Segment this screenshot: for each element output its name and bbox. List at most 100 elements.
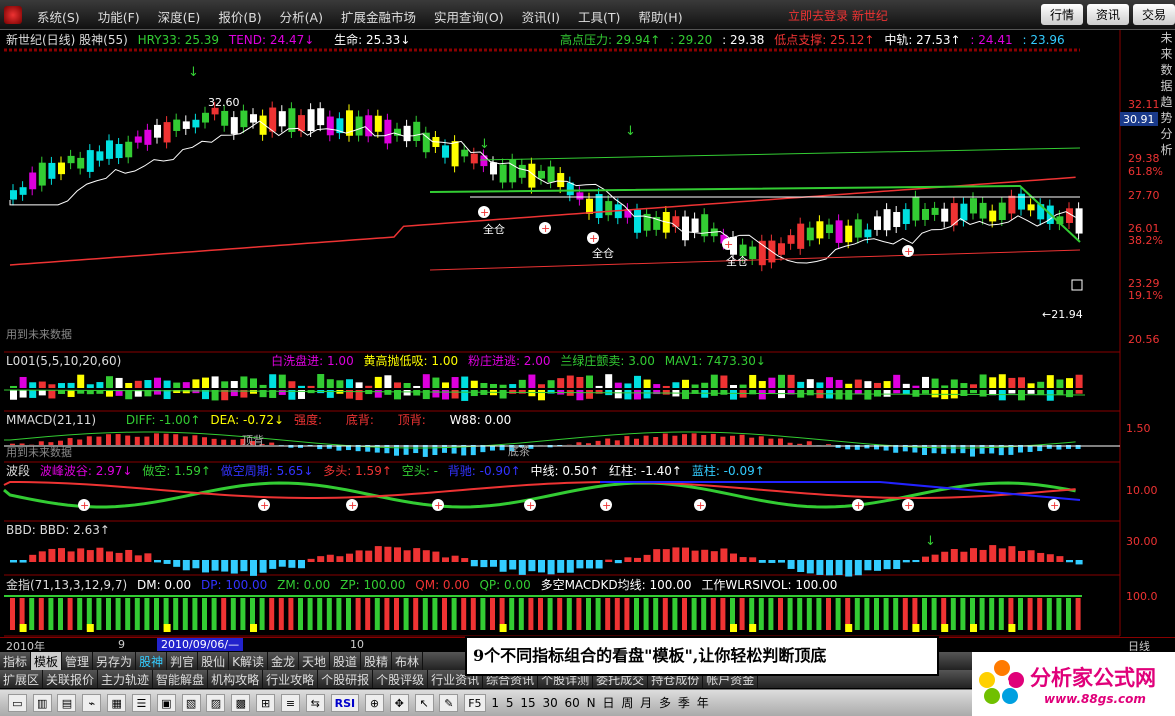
extension-tab-0[interactable]: 扩展区 (0, 670, 44, 688)
extension-tab-7[interactable]: 个股评级 (373, 670, 429, 688)
toolbar-icon[interactable]: ▦ (107, 694, 127, 712)
bbd-bar (182, 560, 190, 571)
toolbar-icon[interactable]: ▣ (156, 694, 176, 712)
menu-depth[interactable]: 深度(E) (149, 7, 210, 26)
period-15min[interactable]: 15 (520, 696, 535, 710)
macd-bar (576, 442, 582, 445)
jinzhi-bar (662, 598, 668, 630)
candle (374, 115, 382, 132)
candle (874, 216, 881, 230)
app-icon[interactable] (4, 6, 22, 24)
period-month[interactable]: 月 (640, 694, 652, 711)
peak-label: 32.60 (208, 96, 240, 109)
toolbar-icon[interactable]: ▥ (32, 694, 52, 712)
cursor-date[interactable]: 2010/09/06/— (157, 638, 244, 651)
period-n[interactable]: N (587, 696, 596, 710)
candle (998, 202, 1006, 221)
indicator-tab-9[interactable]: 天地 (299, 652, 331, 670)
bbd-bar (221, 560, 229, 572)
indicator-tab-6[interactable]: 股仙 (198, 652, 230, 670)
tab-news[interactable]: 资讯 (1086, 4, 1129, 25)
toolbar-icon[interactable]: ☰ (131, 694, 151, 712)
candle (10, 190, 17, 200)
l001-bar (259, 384, 267, 388)
toolbar-icon[interactable]: ≡ (280, 694, 300, 712)
wave-title: 波段 波峰波谷: 2.97↓ 做空: 1.59↑ 做空周期: 5.65↓ 多头:… (6, 462, 771, 479)
toolbar-icon[interactable]: ▨ (206, 694, 226, 712)
zoom-icon[interactable]: ⊕ (364, 694, 384, 712)
period-1min[interactable]: 1 (491, 696, 499, 710)
toolbar-icon[interactable]: ▩ (231, 694, 251, 712)
jinzhi-bar (442, 598, 447, 630)
bbd-bar (442, 557, 449, 562)
l001-bar (403, 383, 411, 388)
jinzhi-bar (154, 598, 159, 630)
toolbar-icon[interactable]: ▧ (181, 694, 201, 712)
menu-help[interactable]: 帮助(H) (629, 7, 691, 26)
toolbar-icon[interactable]: ⌁ (82, 694, 102, 712)
menu-query[interactable]: 实用查询(O) (425, 7, 513, 26)
extension-tab-6[interactable]: 个股研报 (318, 670, 374, 688)
menu-system[interactable]: 系统(S) (28, 7, 89, 26)
period-5min[interactable]: 5 (506, 696, 514, 710)
l001-bar (1046, 375, 1054, 388)
cursor-icon[interactable]: ↖ (414, 694, 434, 712)
f5-button[interactable]: F5 (464, 694, 486, 712)
l001-bar (835, 390, 843, 400)
extension-tab-2[interactable]: 主力轨迹 (98, 670, 154, 688)
jinzhi-bar (278, 598, 284, 630)
toolbar-icon[interactable]: ▭ (7, 694, 27, 712)
move-icon[interactable]: ✥ (389, 694, 409, 712)
menu-ext-market[interactable]: 扩展金融市场 (332, 7, 425, 26)
l001-bar (106, 376, 113, 388)
period-season[interactable]: 季 (678, 694, 690, 711)
period-day[interactable]: 日 (602, 694, 614, 711)
period-year[interactable]: 年 (697, 694, 709, 711)
period-multi[interactable]: 多 (659, 694, 671, 711)
indicator-tab-12[interactable]: 布林 (392, 652, 424, 670)
period-week[interactable]: 周 (621, 694, 633, 711)
l001-bar (38, 390, 46, 396)
toolbar-icon[interactable]: ⇆ (305, 694, 325, 712)
extension-tab-1[interactable]: 关联报价 (43, 670, 99, 688)
chart-area[interactable]: +++ ++↓↓↓↓ + + + + + + + + + + 32.60 ←21.94 全仓 全仓 … (0, 30, 1175, 637)
macd-bar (163, 433, 169, 445)
indicator-tab-11[interactable]: 股精 (361, 652, 393, 670)
period-daily[interactable]: 日线 (1128, 638, 1150, 651)
indicator-tab-8[interactable]: 金龙 (268, 652, 299, 670)
menu-function[interactable]: 功能(F) (89, 7, 149, 26)
menu-quote[interactable]: 报价(B) (209, 7, 270, 26)
extension-tab-5[interactable]: 行业攻略 (263, 670, 319, 688)
indicator-tab-5[interactable]: 判官 (167, 652, 199, 670)
indicator-tab-4[interactable]: 股神 (136, 652, 168, 670)
indicator-tab-10[interactable]: 股道 (330, 652, 362, 670)
candle (77, 157, 85, 169)
pencil-icon[interactable]: ✎ (439, 694, 459, 712)
rsi-button[interactable]: RSI (330, 694, 360, 712)
menu-tools[interactable]: 工具(T) (569, 7, 629, 26)
indicator-tab-3[interactable]: 另存为 (93, 652, 137, 670)
tab-trade[interactable]: 交易 (1132, 4, 1175, 25)
menu-analysis[interactable]: 分析(A) (271, 7, 332, 26)
indicator-tab-1[interactable]: 模板 (31, 652, 63, 670)
indicator-tab-0[interactable]: 指标 (0, 652, 32, 670)
jinzhi-bar (67, 598, 73, 630)
down-arrow-icon: ↓ (925, 534, 936, 549)
menu-news[interactable]: 资讯(I) (513, 7, 569, 26)
toolbar-icon[interactable]: ⊞ (256, 694, 276, 712)
l001-bar (749, 374, 757, 388)
tab-quotes[interactable]: 行情 (1040, 4, 1083, 25)
login-link[interactable]: 立即去登录 新世纪 (788, 7, 888, 24)
period-30min[interactable]: 30 (542, 696, 557, 710)
indicator-tab-7[interactable]: K解读 (229, 652, 268, 670)
period-60min[interactable]: 60 (565, 696, 580, 710)
jinzhi-bar (470, 598, 476, 630)
bbd-bar (806, 560, 814, 574)
jinzhi-bar (480, 598, 486, 630)
extension-tab-4[interactable]: 机构攻略 (208, 670, 264, 688)
bbd-bar (797, 560, 805, 573)
toolbar-icon[interactable]: ▤ (57, 694, 77, 712)
indicator-tab-2[interactable]: 管理 (62, 652, 94, 670)
jinzhi-dm: DM: 0.00 (136, 578, 192, 592)
extension-tab-3[interactable]: 智能解盘 (153, 670, 209, 688)
